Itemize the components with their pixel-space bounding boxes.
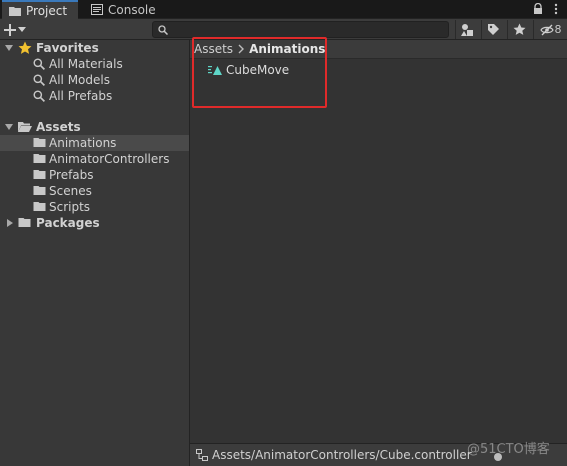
tree-item-scenes[interactable]: Scenes bbox=[0, 183, 189, 199]
lock-icon[interactable] bbox=[533, 3, 543, 15]
tree-item-packages-label: Packages bbox=[36, 216, 100, 230]
search-icon bbox=[158, 25, 168, 35]
tree-item-scripts[interactable]: Scripts bbox=[0, 199, 189, 215]
selected-asset-path: Assets/AnimatorControllers/Cube.controll… bbox=[212, 448, 472, 462]
tree-item-label: Scripts bbox=[49, 200, 91, 214]
tree-item-favorites[interactable]: Favorites bbox=[0, 40, 189, 56]
tree-item-all-models[interactable]: All Models bbox=[0, 72, 189, 88]
hidden-packages-count: 8 bbox=[554, 23, 562, 36]
watermark: @51CTO博客 bbox=[467, 442, 550, 457]
tree-item-all-prefabs[interactable]: All Prefabs bbox=[0, 88, 189, 104]
more-options-icon[interactable] bbox=[551, 3, 561, 15]
folder-icon bbox=[33, 186, 46, 195]
search-icon bbox=[33, 90, 45, 102]
search-by-label-button[interactable] bbox=[481, 20, 504, 39]
search-icon bbox=[33, 58, 45, 70]
tree-item-label: All Prefabs bbox=[49, 89, 113, 103]
tag-icon bbox=[487, 24, 499, 35]
folder-icon bbox=[18, 218, 31, 227]
tab-project-label: Project bbox=[26, 3, 68, 18]
tree-item-label: All Materials bbox=[49, 57, 123, 71]
folder-tree-panel: Favorites All Materials All Models All P… bbox=[0, 40, 189, 466]
search-icon bbox=[33, 74, 45, 86]
window-tab-strip: Project Console bbox=[0, 0, 567, 19]
tree-item-label: Animations bbox=[49, 136, 117, 150]
folder-icon bbox=[33, 202, 46, 211]
expand-arrow-icon[interactable] bbox=[5, 45, 13, 51]
folder-icon bbox=[33, 170, 46, 179]
chevron-down-icon bbox=[18, 26, 26, 32]
star-icon bbox=[18, 41, 32, 54]
search-by-type-button[interactable] bbox=[455, 20, 478, 39]
plus-icon bbox=[4, 23, 16, 36]
animator-controller-icon bbox=[196, 449, 208, 461]
tree-item-favorites-label: Favorites bbox=[36, 41, 99, 55]
folder-icon bbox=[9, 7, 21, 16]
tree-item-label: All Models bbox=[49, 73, 110, 87]
tree-item-packages[interactable]: Packages bbox=[0, 215, 189, 231]
star-icon bbox=[513, 23, 525, 35]
save-search-button[interactable] bbox=[507, 20, 530, 39]
folder-open-icon bbox=[18, 122, 32, 132]
hidden-packages-toggle[interactable]: 8 bbox=[533, 20, 567, 39]
expand-arrow-icon[interactable] bbox=[7, 219, 13, 227]
tree-item-animatorcontrollers[interactable]: AnimatorControllers bbox=[0, 151, 189, 167]
tree-item-prefabs[interactable]: Prefabs bbox=[0, 167, 189, 183]
folder-icon bbox=[33, 138, 46, 147]
tree-item-label: Prefabs bbox=[49, 168, 94, 182]
folder-icon bbox=[33, 154, 46, 163]
tab-console[interactable]: Console bbox=[84, 0, 164, 19]
expand-arrow-icon[interactable] bbox=[5, 124, 13, 130]
tree-item-label: Scenes bbox=[49, 184, 92, 198]
tree-item-animations[interactable]: Animations bbox=[0, 135, 189, 151]
search-input[interactable] bbox=[152, 21, 449, 38]
console-icon bbox=[91, 4, 103, 15]
eye-slash-icon bbox=[539, 24, 554, 35]
tab-project[interactable]: Project bbox=[2, 0, 78, 19]
create-button[interactable] bbox=[4, 21, 34, 38]
tree-item-label: AnimatorControllers bbox=[49, 152, 170, 166]
type-filter-icon bbox=[461, 23, 473, 36]
tree-item-assets-label: Assets bbox=[36, 120, 81, 134]
tab-console-label: Console bbox=[108, 2, 156, 17]
tree-item-all-materials[interactable]: All Materials bbox=[0, 56, 189, 72]
annotation-highlight-box bbox=[192, 37, 327, 108]
tree-item-assets[interactable]: Assets bbox=[0, 119, 189, 135]
